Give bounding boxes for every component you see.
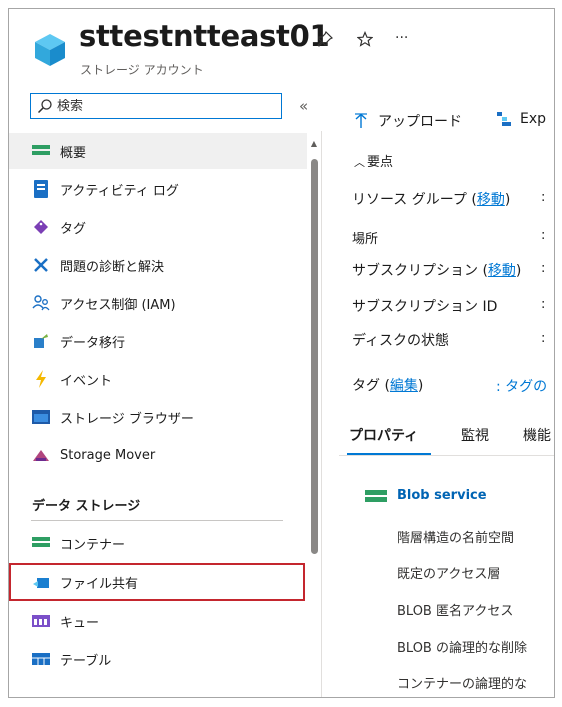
resource-group-label: リソース グループ (移動) [352, 192, 511, 208]
nav-label: データ移行 [60, 335, 126, 351]
nav-label: テーブル [60, 653, 112, 669]
nav-label: アクティビティ ログ [60, 183, 179, 199]
subscription-id-label: サブスクリプション ID [352, 299, 498, 315]
tab-features[interactable]: 機能 [523, 425, 551, 445]
overview-icon [32, 142, 50, 160]
iam-icon [32, 294, 50, 312]
nav-item-storage-mover[interactable]: Storage Mover [9, 437, 307, 473]
nav-label: キュー [60, 615, 100, 631]
tab-properties[interactable]: プロパティ [349, 425, 418, 445]
search-input[interactable] [57, 98, 267, 114]
tags-label: タグ (編集) [352, 378, 424, 394]
table-icon [32, 650, 50, 668]
storage-mover-icon [32, 446, 50, 464]
nav-scrollbar-thumb[interactable] [311, 159, 318, 554]
more-icon[interactable]: ··· [395, 29, 408, 47]
nav-item-overview[interactable]: 概要 [9, 133, 307, 169]
scroll-up-icon[interactable]: ▲ [309, 139, 319, 148]
essentials-toggle[interactable]: ︿ 要点 [354, 151, 393, 170]
file-share-icon [32, 573, 50, 591]
explorer-icon [497, 112, 511, 126]
nav-item-events[interactable]: イベント [9, 361, 307, 397]
tab-monitoring[interactable]: 監視 [461, 425, 489, 445]
search-icon [37, 99, 52, 114]
nav-item-queues[interactable]: キュー [9, 603, 307, 639]
nav-label: 概要 [60, 145, 87, 161]
subscription-move-link[interactable]: 移動 [488, 263, 516, 279]
nav-item-activity-log[interactable]: アクティビティ ログ [9, 171, 307, 207]
tags-value-link[interactable]: : タグの [496, 376, 547, 396]
explorer-label: Exp [520, 111, 547, 127]
upload-button[interactable]: アップロード [354, 111, 462, 131]
colon: : [541, 297, 546, 312]
upload-icon [355, 113, 367, 128]
blob-prop-container-soft-delete: コンテナーの論理的な [397, 677, 528, 692]
nav-label: 問題の診断と解決 [60, 259, 165, 275]
blob-prop-soft-delete: BLOB の論理的な削除 [397, 641, 527, 656]
blob-service-header: Blob service [365, 488, 487, 503]
nav-item-tags[interactable]: タグ [9, 209, 307, 245]
queue-icon [32, 612, 50, 630]
storage-account-icon [35, 34, 65, 66]
star-icon[interactable] [356, 30, 374, 51]
nav-item-diagnose[interactable]: 問題の診断と解決 [9, 247, 307, 283]
blob-prop-default-access-tier: 既定のアクセス層 [397, 567, 501, 582]
resource-group-move-link[interactable]: 移動 [477, 192, 505, 208]
storage-browser-icon [32, 408, 50, 426]
subscription-label: サブスクリプション (移動) [352, 263, 522, 279]
nav-item-tables[interactable]: テーブル [9, 641, 307, 677]
nav-item-iam[interactable]: アクセス制御 (IAM) [9, 285, 307, 321]
upload-label: アップロード [378, 114, 462, 130]
nav-label: アクセス制御 (IAM) [60, 297, 176, 313]
blob-prop-anonymous-access: BLOB 匿名アクセス [397, 604, 514, 619]
nav-label: ファイル共有 [60, 576, 139, 592]
blob-service-icon [365, 489, 387, 502]
disk-state-label: ディスクの状態 [352, 333, 450, 349]
nav-label: Storage Mover [60, 447, 156, 463]
blob-prop-hierarchical-namespace: 階層構造の名前空間 [397, 531, 515, 546]
colon: : [541, 228, 546, 243]
explorer-button[interactable]: Exp [496, 111, 546, 127]
section-header-data-storage: データ ストレージ [32, 499, 141, 514]
collapse-menu-icon[interactable]: « [299, 97, 308, 115]
tag-icon [32, 218, 50, 236]
data-migration-icon [32, 332, 50, 350]
nav-item-storage-browser[interactable]: ストレージ ブラウザー [9, 399, 307, 435]
pane-divider [321, 131, 322, 697]
tabs-divider [339, 455, 554, 456]
nav-label: ストレージ ブラウザー [60, 411, 194, 427]
nav-item-file-shares[interactable]: ファイル共有 [9, 563, 305, 601]
container-icon [32, 534, 50, 552]
nav-label: タグ [60, 221, 87, 237]
tab-active-indicator [347, 453, 431, 455]
nav-item-containers[interactable]: コンテナー [9, 525, 307, 561]
events-icon [32, 370, 50, 388]
pin-icon[interactable] [317, 30, 334, 51]
colon: : [541, 261, 546, 276]
colon: : [541, 331, 546, 346]
search-box[interactable] [30, 93, 282, 119]
nav-item-data-migration[interactable]: データ移行 [9, 323, 307, 359]
nav-label: イベント [60, 373, 113, 389]
chevron-up-icon: ︿ [354, 156, 365, 169]
tags-edit-link[interactable]: 編集 [390, 378, 418, 394]
storage-account-blade: sttestntteast01 ストレージ アカウント ··· « 概要 アクテ… [8, 8, 555, 698]
page-subtitle: ストレージ アカウント [80, 63, 204, 77]
page-title: sttestntteast01 [79, 19, 330, 53]
activity-log-icon [32, 180, 50, 198]
diagnose-icon [32, 256, 50, 274]
section-divider [31, 520, 283, 521]
nav-label: コンテナー [60, 537, 126, 553]
location-label: 場所 [352, 232, 379, 247]
colon: : [541, 190, 546, 205]
